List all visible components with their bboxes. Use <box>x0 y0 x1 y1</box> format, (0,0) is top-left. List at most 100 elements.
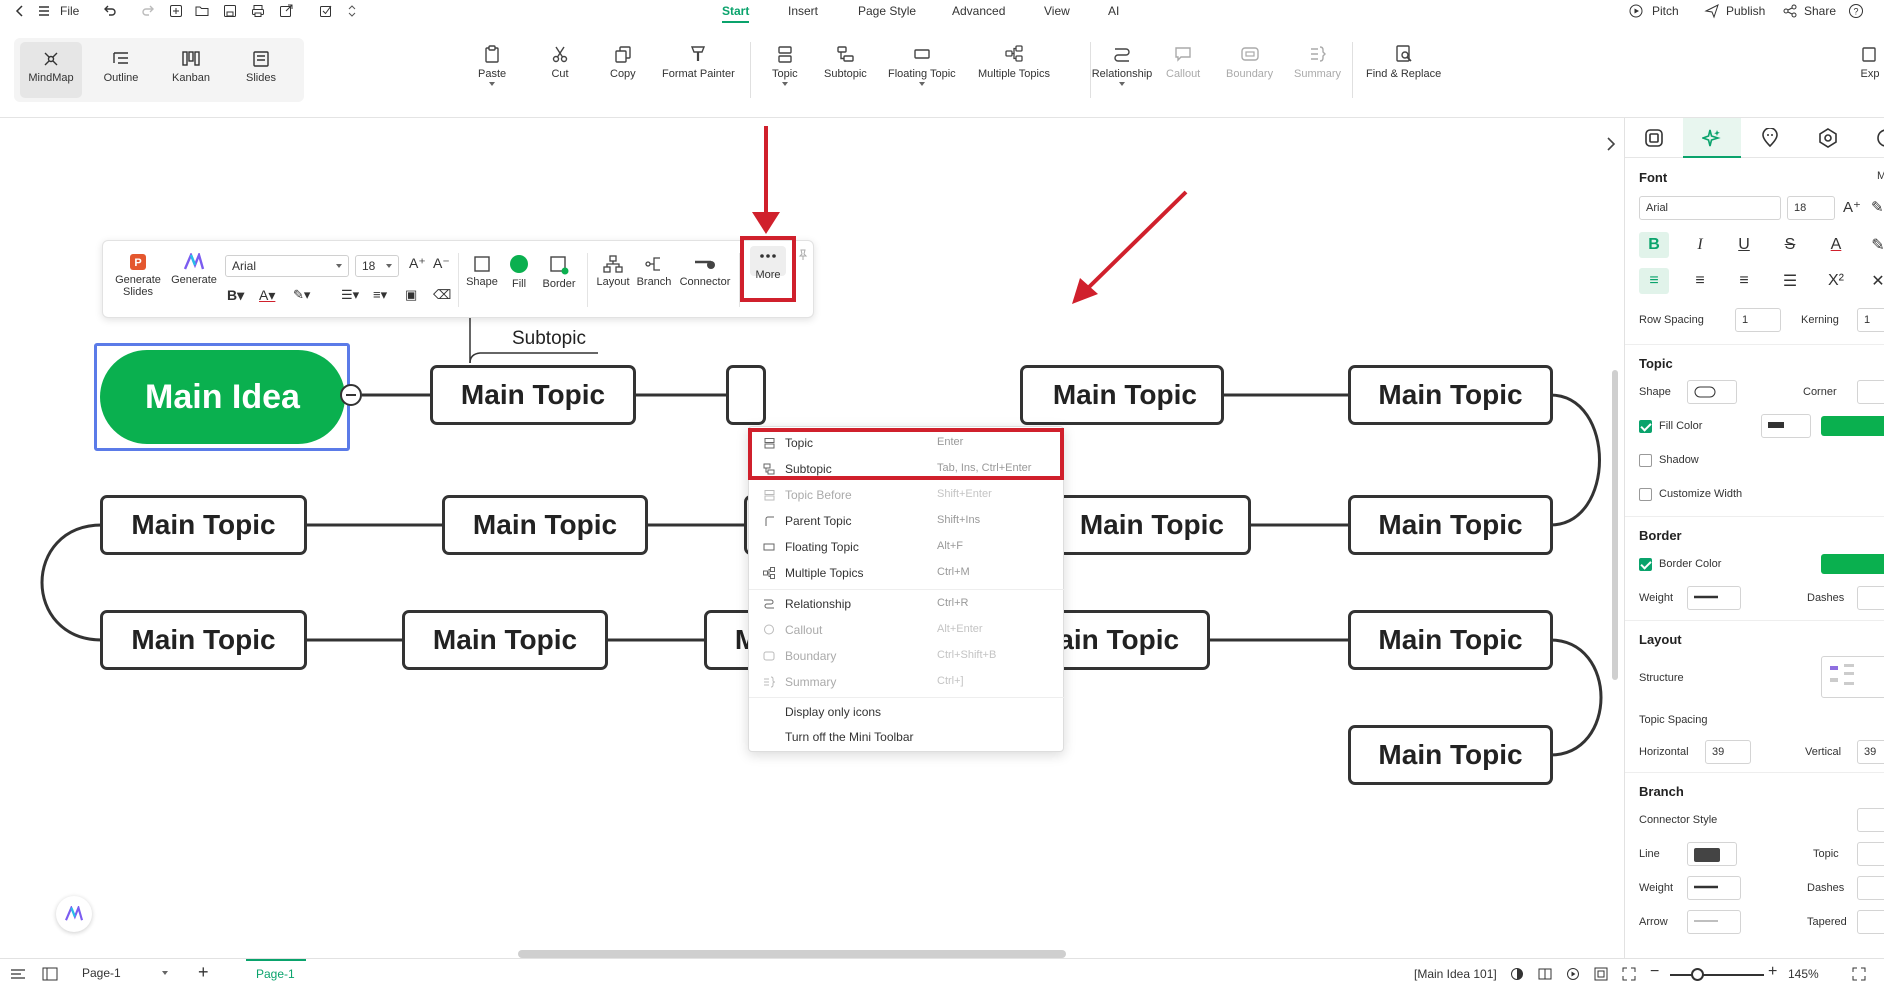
collapse-panel-icon[interactable] <box>1604 134 1618 154</box>
tab-style[interactable] <box>1625 118 1683 158</box>
menu-item-topic-before[interactable]: Topic Before Shift+Enter <box>749 482 1065 508</box>
font-color-icon[interactable]: A <box>1821 232 1851 258</box>
panel-font-size-select[interactable]: 18 <box>1787 196 1835 220</box>
menu-item-relationship[interactable]: Relationship Ctrl+R <box>749 591 1065 617</box>
book-view-icon[interactable] <box>1538 967 1552 981</box>
justify-icon[interactable]: ☰ <box>1775 268 1805 294</box>
view-mindmap-button[interactable]: MindMap <box>20 42 82 98</box>
hamburger-icon[interactable] <box>36 3 52 19</box>
pitch-button[interactable]: Pitch <box>1652 4 1679 18</box>
callout-button[interactable]: Callout <box>1166 44 1200 80</box>
multiple-topics-button[interactable]: Multiple Topics <box>978 44 1050 80</box>
tab-theme[interactable] <box>1799 118 1857 158</box>
save-icon[interactable] <box>222 3 238 19</box>
connector-style-select[interactable] <box>1857 808 1884 832</box>
underline-icon[interactable]: U <box>1729 232 1759 258</box>
fit-screen-icon[interactable] <box>1622 967 1636 981</box>
find-replace-button[interactable]: Find & Replace <box>1366 44 1441 80</box>
share-button[interactable]: Share <box>1804 4 1836 18</box>
line-color-select[interactable] <box>1687 842 1737 866</box>
mindmap-canvas[interactable]: Subtopic Main Idea Main Topic Main Topic… <box>0 118 1620 958</box>
print-icon[interactable] <box>250 3 266 19</box>
corner-select[interactable] <box>1857 380 1884 404</box>
menu-item-floating-topic[interactable]: Floating Topic Alt+F <box>749 534 1065 560</box>
undo-icon[interactable] <box>102 3 118 19</box>
format-painter-button[interactable]: Format Painter <box>662 44 735 80</box>
tab-ai[interactable]: AI <box>1108 4 1119 18</box>
menu-item-multiple-topics[interactable]: Multiple Topics Ctrl+M <box>749 560 1065 586</box>
border-color-checkbox[interactable] <box>1639 558 1652 571</box>
vertical-scrollbar[interactable] <box>1612 370 1618 680</box>
ai-assistant-button[interactable] <box>56 896 92 932</box>
bold-icon[interactable]: B <box>1639 232 1669 258</box>
export-button[interactable]: Exp <box>1860 44 1880 80</box>
summary-button[interactable]: Summary <box>1294 44 1341 80</box>
shadow-checkbox[interactable] <box>1639 454 1652 467</box>
clear-format-icon[interactable]: ✎ <box>1871 198 1884 216</box>
zoom-slider-track[interactable] <box>1670 974 1764 976</box>
tab-view[interactable]: View <box>1044 4 1070 18</box>
italic-icon[interactable]: I <box>1685 232 1715 258</box>
superscript-icon[interactable]: X² <box>1821 268 1851 294</box>
tab-start[interactable]: Start <box>722 4 750 23</box>
task-check-icon[interactable] <box>318 3 334 19</box>
fill-type-select[interactable] <box>1761 414 1811 438</box>
align-center-icon[interactable]: ≡ <box>1685 268 1715 294</box>
publish-button[interactable]: Publish <box>1726 4 1765 18</box>
zoom-level[interactable]: 145% <box>1788 967 1819 981</box>
menu-item-turn-off-mini-toolbar[interactable]: Turn off the Mini Toolbar <box>749 724 1065 750</box>
copy-button[interactable]: Copy <box>610 44 636 80</box>
horizontal-scrollbar[interactable] <box>518 950 1066 958</box>
theme-toggle-icon[interactable] <box>1510 967 1524 981</box>
new-file-icon[interactable] <box>168 3 184 19</box>
increase-font-icon[interactable]: A⁺ <box>1843 198 1861 216</box>
back-icon[interactable] <box>12 3 28 19</box>
zoom-slider-thumb[interactable] <box>1691 968 1704 981</box>
open-folder-icon[interactable] <box>194 3 210 19</box>
view-outline-button[interactable]: Outline <box>90 42 152 98</box>
kerning-input[interactable]: 1 <box>1857 308 1884 332</box>
border-dashes-select[interactable] <box>1857 586 1884 610</box>
paste-button[interactable]: Paste <box>478 44 506 86</box>
branch-weight-select[interactable] <box>1687 876 1741 900</box>
fullscreen-icon[interactable] <box>1852 967 1866 981</box>
subtopic-button[interactable]: Subtopic <box>824 44 867 80</box>
fill-color-checkbox[interactable] <box>1639 420 1652 433</box>
menu-item-display-only-icons[interactable]: Display only icons <box>749 699 1065 725</box>
export-icon[interactable] <box>278 3 294 19</box>
customize-width-checkbox[interactable] <box>1639 488 1652 501</box>
zoom-in-icon[interactable]: + <box>1768 963 1777 981</box>
view-kanban-button[interactable]: Kanban <box>160 42 222 98</box>
menu-item-summary[interactable]: Summary Ctrl+] <box>749 669 1065 695</box>
fill-color-swatch[interactable] <box>1821 416 1884 436</box>
highlight-icon[interactable]: ✎ <box>1863 232 1884 258</box>
tab-page-style[interactable]: Page Style <box>858 4 916 18</box>
tapered-select[interactable] <box>1857 910 1884 934</box>
tab-advanced[interactable]: Advanced <box>952 4 1005 18</box>
tab-marker[interactable] <box>1741 118 1799 158</box>
structure-select[interactable] <box>1821 656 1884 698</box>
more-quick-icon[interactable] <box>344 3 360 19</box>
page-select[interactable]: Page-1 <box>76 964 172 984</box>
relationship-button[interactable]: Relationship <box>1082 44 1162 86</box>
zoom-out-icon[interactable]: − <box>1650 963 1659 981</box>
floating-topic-button[interactable]: Floating Topic <box>888 44 956 86</box>
menu-item-callout[interactable]: Callout Alt+Enter <box>749 617 1065 643</box>
view-slides-button[interactable]: Slides <box>230 42 292 98</box>
tab-ai-format[interactable] <box>1683 118 1741 158</box>
topic-button[interactable]: Topic <box>772 44 798 86</box>
align-right-icon[interactable]: ≡ <box>1729 268 1759 294</box>
menu-item-boundary[interactable]: Boundary Ctrl+Shift+B <box>749 643 1065 669</box>
cut-button[interactable]: Cut <box>550 44 570 80</box>
page-settings-icon[interactable] <box>10 967 26 981</box>
presentation-icon[interactable] <box>1594 967 1608 981</box>
branch-dashes-select[interactable] <box>1857 876 1884 900</box>
panel-font-select[interactable]: Arial <box>1639 196 1781 220</box>
help-icon[interactable]: ? <box>1848 3 1864 19</box>
vertical-spacing-input[interactable]: 39 <box>1857 740 1884 764</box>
file-menu[interactable]: File <box>60 4 79 18</box>
align-left-icon[interactable]: ≡ <box>1639 268 1669 294</box>
horizontal-spacing-input[interactable]: 39 <box>1705 740 1751 764</box>
add-page-icon[interactable]: + <box>198 962 209 983</box>
border-weight-select[interactable] <box>1687 586 1741 610</box>
